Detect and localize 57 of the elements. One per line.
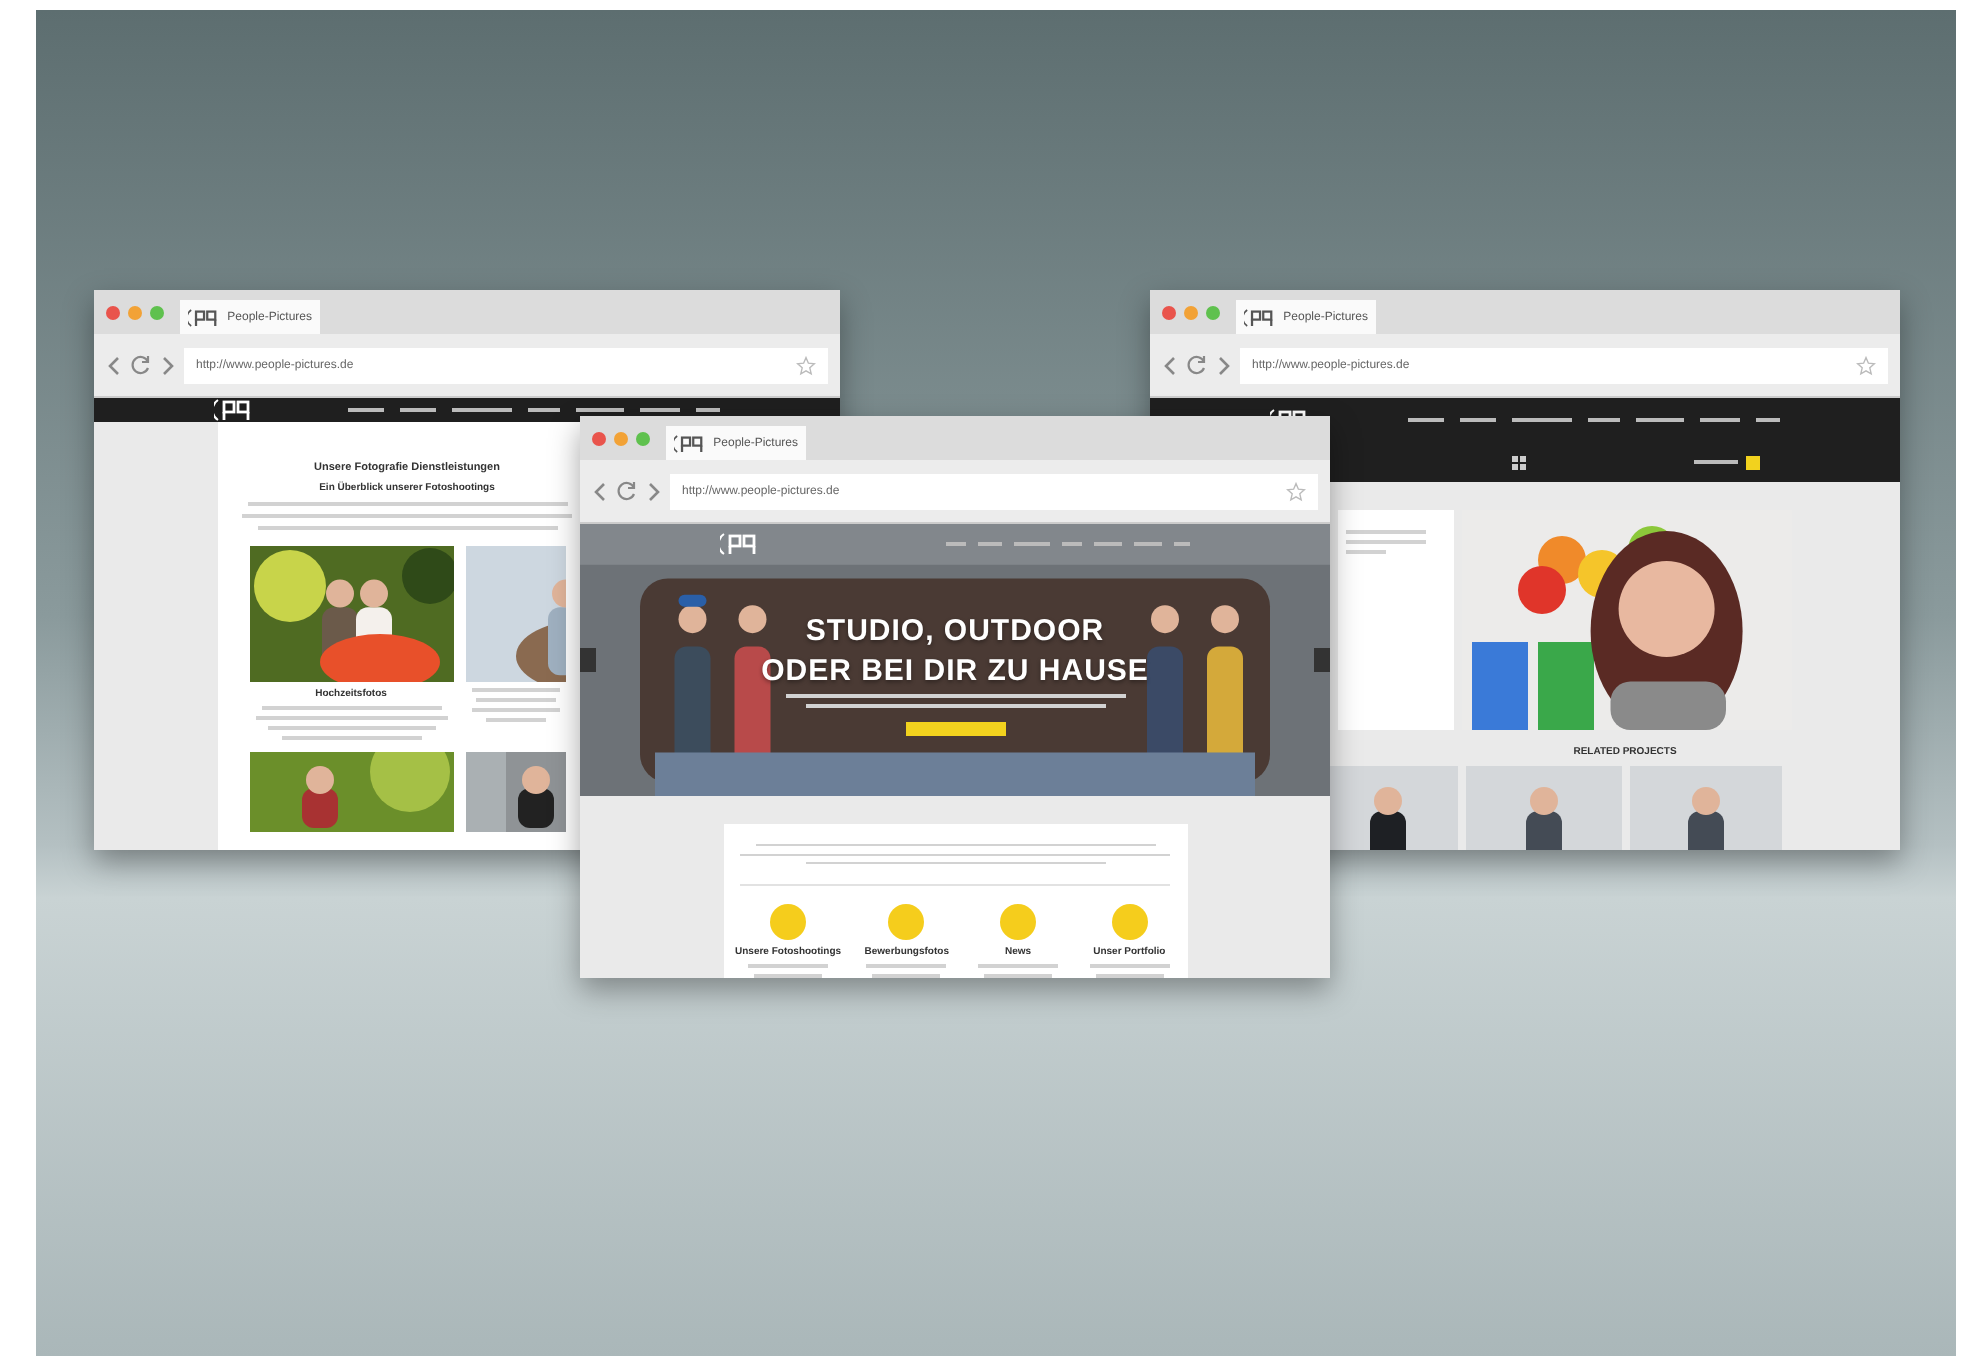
illegible-text-line (1346, 530, 1426, 534)
star-icon[interactable] (1856, 355, 1876, 375)
minimize-dot-icon[interactable] (614, 431, 628, 445)
illegible-nav-link[interactable] (576, 408, 624, 412)
grid-icon[interactable] (1512, 455, 1526, 469)
reload-icon[interactable] (130, 354, 152, 376)
illegible-nav-link[interactable] (1460, 418, 1496, 422)
reload-icon[interactable] (616, 480, 638, 502)
forward-icon[interactable] (160, 355, 176, 375)
feature-icon (1111, 904, 1148, 941)
feature-icon (770, 904, 807, 941)
illegible-text-line (866, 964, 947, 969)
illegible-nav-link[interactable] (640, 408, 680, 412)
illegible-text-line (984, 974, 1053, 978)
illegible-text-line (471, 688, 559, 692)
illegible-text-line (475, 698, 555, 702)
forward-icon[interactable] (646, 481, 662, 501)
minimize-dot-icon[interactable] (1184, 305, 1198, 319)
close-dot-icon[interactable] (592, 431, 606, 445)
illegible-text-line (978, 964, 1059, 969)
illegible-nav-link[interactable] (400, 408, 436, 412)
illegible-text-line (281, 736, 421, 740)
illegible-text-line (485, 718, 545, 722)
feature-icon (888, 904, 925, 941)
reload-icon[interactable] (1186, 354, 1208, 376)
illegible-text-line (872, 974, 941, 978)
illegible-nav-link[interactable] (528, 408, 560, 412)
illegible-text-line (1095, 974, 1164, 978)
back-icon[interactable] (592, 481, 608, 501)
illegible-text-line (471, 708, 559, 712)
close-dot-icon[interactable] (1162, 305, 1176, 319)
back-icon[interactable] (106, 355, 122, 375)
zoom-dot-icon[interactable] (150, 305, 164, 319)
star-icon[interactable] (1286, 481, 1306, 501)
back-icon[interactable] (1162, 355, 1178, 375)
illegible-nav-link[interactable] (1408, 418, 1444, 422)
illegible-text-line (1346, 540, 1426, 544)
illegible-nav-link[interactable] (1588, 418, 1620, 422)
forward-icon[interactable] (1216, 355, 1232, 375)
illegible-nav-link[interactable] (1700, 418, 1740, 422)
close-dot-icon[interactable] (106, 305, 120, 319)
minimize-dot-icon[interactable] (128, 305, 142, 319)
illegible-nav-link[interactable] (348, 408, 384, 412)
zoom-dot-icon[interactable] (636, 431, 650, 445)
illegible-text-line (754, 974, 823, 978)
illegible-text-line (748, 964, 829, 969)
illegible-text-line (1346, 550, 1386, 554)
illegible-text-line (1089, 964, 1170, 969)
illegible-nav-link[interactable] (1512, 418, 1572, 422)
illegible-nav-link[interactable] (1756, 418, 1780, 422)
zoom-dot-icon[interactable] (1206, 305, 1220, 319)
illegible-nav-link[interactable] (1636, 418, 1684, 422)
feature-icon (1000, 904, 1037, 941)
next-project-icon[interactable] (1746, 455, 1760, 469)
illegible-nav-link[interactable] (696, 408, 720, 412)
star-icon[interactable] (796, 355, 816, 375)
illegible-nav-link[interactable] (452, 408, 512, 412)
